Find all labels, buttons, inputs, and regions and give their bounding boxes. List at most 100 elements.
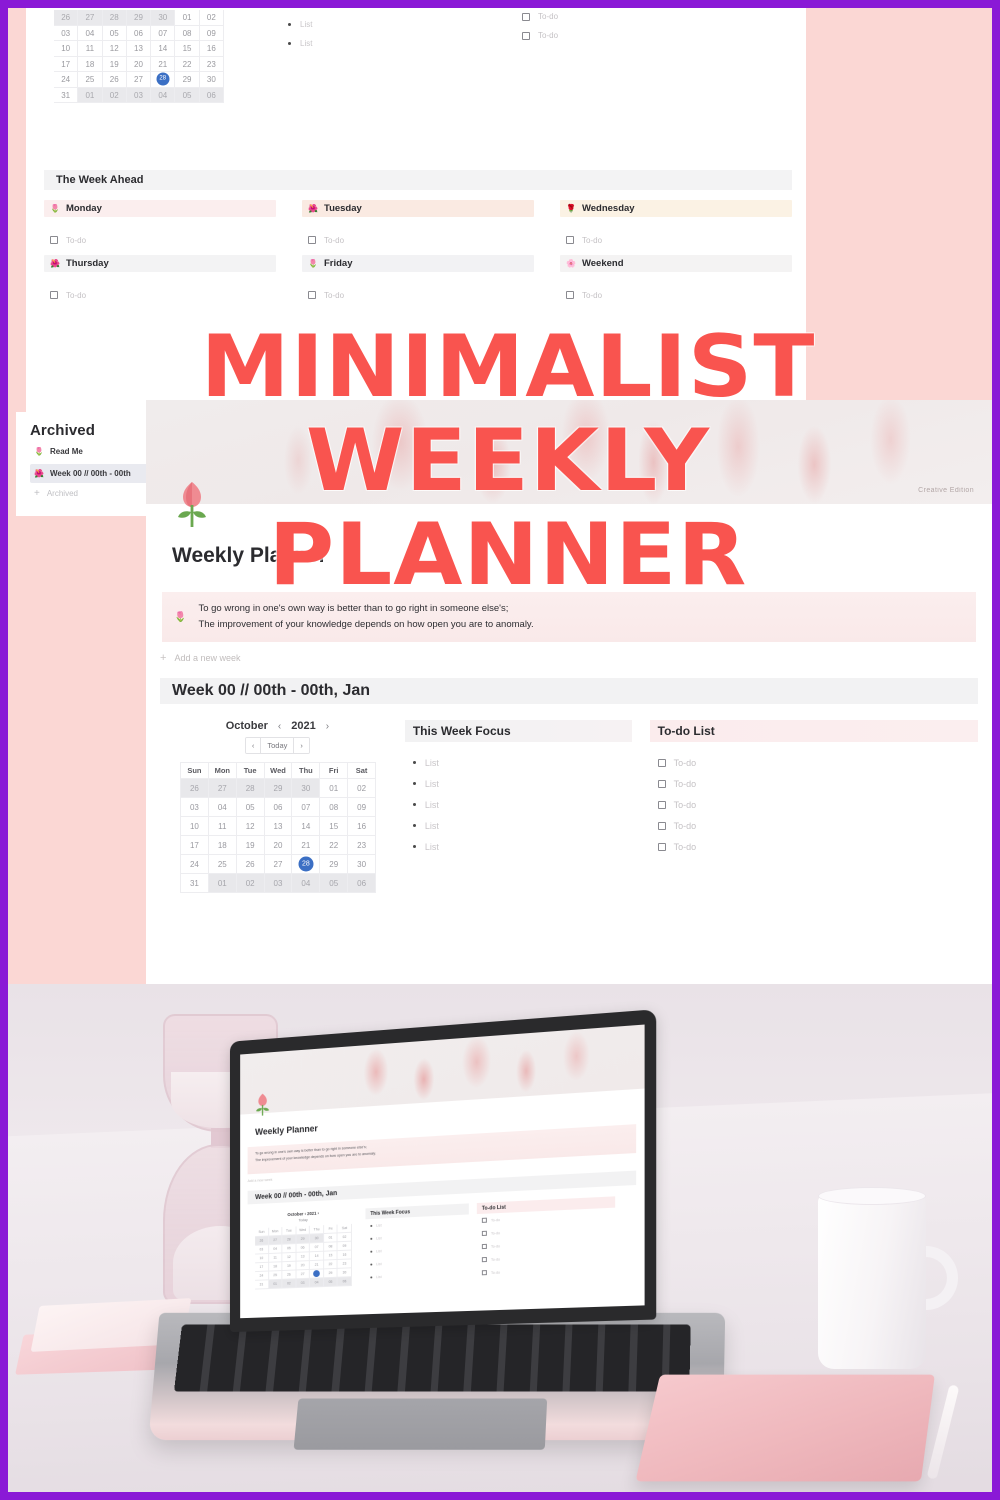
calendar-day-cell[interactable]: 24 [54,72,79,88]
calendar-day-cell[interactable]: 01 [175,10,200,26]
focus-list-item[interactable]: List [412,815,632,836]
calendar-day-cell[interactable]: 14 [292,817,321,836]
calendar-day-cell[interactable]: 09 [348,798,377,817]
calendar-day-cell[interactable]: 10 [54,41,79,57]
calendar-day-cell[interactable]: 13 [264,817,293,836]
calendar-day-cell[interactable]: 15 [175,41,200,57]
calendar-day-cell[interactable]: 08 [320,798,349,817]
calendar-day-cell[interactable]: 20 [126,56,152,72]
calendar-day-cell[interactable]: 03 [181,798,209,817]
calendar-day-cell[interactable]: 01 [208,874,237,893]
calendar-day-cell[interactable]: 21 [151,56,176,72]
calendar-day-cell[interactable]: 19 [102,56,127,72]
calendar-day-cell[interactable]: 29 [126,10,152,26]
checkbox-icon[interactable] [566,291,574,299]
todo-list-item[interactable]: To-do [657,815,978,836]
calendar-day-cell[interactable]: 03 [126,87,152,103]
checkbox-icon[interactable] [657,800,666,809]
day-heading[interactable]: 🌷 Monday [44,200,276,217]
calendar-day-cell[interactable]: 03 [264,874,293,893]
checkbox-icon[interactable] [50,236,58,244]
calendar-day-cell[interactable]: 30 [348,855,377,874]
focus-list-item[interactable]: List [412,836,632,857]
calendar-day-cell[interactable]: 16 [348,817,377,836]
calendar-day-cell[interactable]: 02 [199,10,224,26]
mini-calendar[interactable]: 26 27 28 29 30 01 02 03 04 05 06 07 08 09 10 11 12 13 14 15… [54,10,224,103]
todo-list-item[interactable]: To-do [657,794,978,815]
day-heading[interactable]: 🌹 Wednesday [560,200,792,217]
focus-list-item[interactable]: List [412,773,632,794]
calendar-day-cell[interactable]: 27 [78,10,103,26]
day-todo-item[interactable]: To-do [560,231,792,249]
day-todo-item[interactable]: To-do [44,286,276,304]
calendar-day-cell[interactable]: 01 [78,87,103,103]
calendar-grid[interactable]: Sun Mon Tue Wed Thu Fri Sat 26 27 28 29 30 01 02 03 04 0… [180,762,377,893]
calendar-day-cell[interactable]: 11 [208,817,237,836]
calendar-day-cell[interactable]: 28 [236,779,265,798]
calendar-day-cell[interactable]: 09 [199,25,224,41]
calendar-day-cell[interactable]: 04 [208,798,237,817]
calendar-day-cell[interactable]: 11 [78,41,103,57]
calendar-widget[interactable]: October ‹ 2021 › ‹ Today › Sun Mon Tue Wed T… [160,720,395,893]
calendar-next-button[interactable]: › [294,738,309,753]
calendar-day-cell[interactable]: 25 [208,855,237,874]
calendar-day-cell[interactable]: 06 [199,87,224,103]
todo-list-item[interactable]: To-do [657,836,978,857]
calendar-nav[interactable]: October ‹ 2021 › [160,720,395,732]
calendar-prev-button[interactable]: ‹ [245,738,262,753]
calendar-day-cell[interactable]: 05 [175,87,200,103]
calendar-day-cell[interactable]: 18 [78,56,103,72]
day-heading[interactable]: 🌷 Friday [302,255,534,272]
checkbox-icon[interactable] [522,12,530,21]
checkbox-icon[interactable] [657,758,666,767]
calendar-day-cell[interactable]: 26 [102,72,127,88]
checkbox-icon[interactable] [657,842,666,851]
calendar-day-cell[interactable]: 26 [236,855,265,874]
calendar-day-cell[interactable]: 04 [151,87,176,103]
calendar-day-cell[interactable]: 18 [208,836,237,855]
calendar-day-cell[interactable]: 30 [292,779,321,798]
calendar-day-cell[interactable]: 23 [348,836,377,855]
calendar-day-cell[interactable]: 04 [78,25,103,41]
week-heading[interactable]: Week 00 // 00th - 00th, Jan [160,678,978,704]
chevron-left-icon[interactable]: ‹ [278,721,281,732]
calendar-day-cell[interactable]: 23 [199,56,224,72]
focus-list-item[interactable]: List [288,34,312,53]
calendar-day-cell[interactable]: 06 [264,798,293,817]
day-todo-item[interactable]: To-do [560,286,792,304]
calendar-day-cell[interactable]: 07 [151,25,176,41]
calendar-day-cell[interactable]: 31 [181,874,209,893]
calendar-day-cell[interactable]: 12 [236,817,265,836]
checkbox-icon[interactable] [308,291,316,299]
calendar-day-cell[interactable]: 16 [199,41,224,57]
calendar-day-cell[interactable]: 12 [102,41,127,57]
day-todo-item[interactable]: To-do [44,231,276,249]
calendar-day-cell[interactable]: 24 [181,855,209,874]
todo-list-item[interactable]: To-do [522,8,558,26]
calendar-day-cell[interactable]: 17 [181,836,209,855]
focus-list-item[interactable]: List [288,8,312,15]
checkbox-icon[interactable] [522,31,530,40]
calendar-day-cell[interactable]: 03 [54,25,79,41]
calendar-day-cell[interactable]: 05 [236,798,265,817]
calendar-day-cell[interactable]: 27 [264,855,293,874]
calendar-day-cell[interactable]: 26 [181,779,209,798]
calendar-day-cell[interactable]: 30 [151,10,176,26]
calendar-day-cell[interactable]: 2828 [151,72,176,88]
calendar-day-cell[interactable]: 28 [102,10,127,26]
calendar-day-cell[interactable]: 22 [175,56,200,72]
focus-list-item[interactable]: List [412,794,632,815]
day-todo-item[interactable]: To-do [302,231,534,249]
calendar-day-cell[interactable]: 2828 [292,855,321,874]
calendar-day-cell[interactable]: 10 [181,817,209,836]
calendar-day-cell[interactable]: 17 [54,56,79,72]
checkbox-icon[interactable] [566,236,574,244]
calendar-day-cell[interactable]: 19 [236,836,265,855]
chevron-right-icon[interactable]: › [326,721,329,732]
calendar-day-cell[interactable]: 05 [320,874,349,893]
calendar-day-cell[interactable]: 31 [54,87,79,103]
calendar-today-button[interactable]: Today [261,738,295,753]
calendar-day-cell[interactable]: 05 [102,25,127,41]
calendar-day-cell[interactable]: 27 [208,779,237,798]
calendar-day-cell[interactable]: 20 [264,836,293,855]
